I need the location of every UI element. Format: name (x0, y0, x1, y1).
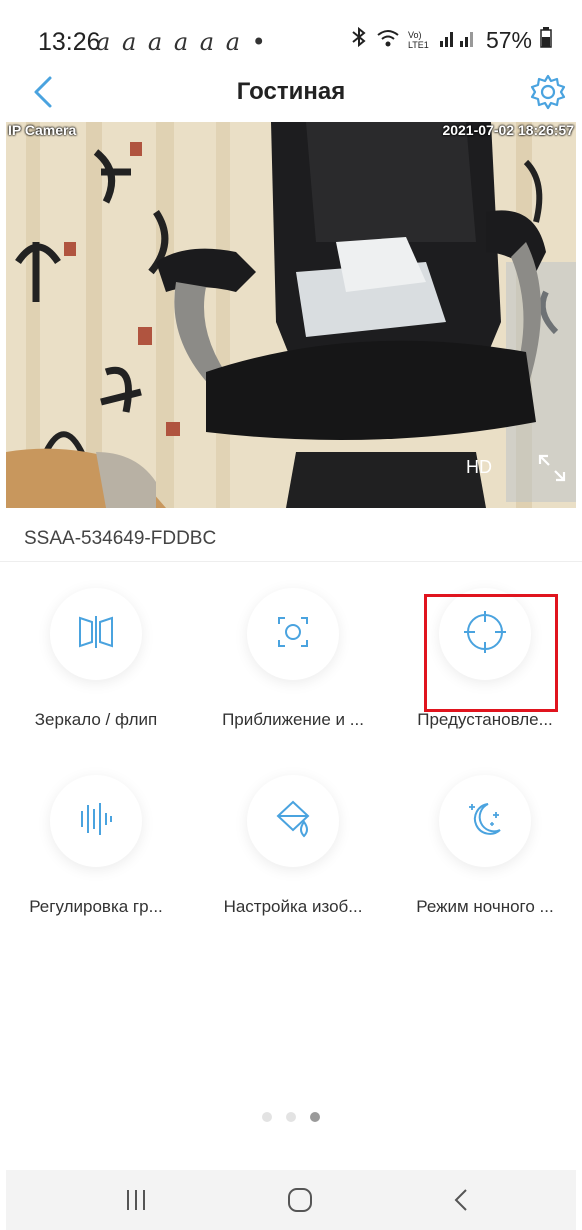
feature-label: Настройка изоб... (223, 897, 363, 916)
page-dot-active[interactable] (310, 1112, 320, 1122)
volume-button[interactable] (50, 775, 142, 867)
page-dot[interactable] (262, 1112, 272, 1122)
page-indicator (0, 1112, 582, 1122)
feature-label: Предустановле... (417, 710, 553, 729)
device-id: SSAA-534649-FDDBC (24, 528, 217, 549)
night-mode-icon (464, 798, 506, 845)
feature-label: Регулировка гр... (29, 897, 163, 916)
bluetooth-icon (350, 26, 368, 54)
status-time: 13:26 (38, 28, 101, 56)
feature-label: Режим ночного ... (416, 897, 554, 916)
image-settings-icon (272, 798, 314, 845)
feature-label: Зеркало / флип (34, 710, 158, 729)
home-icon[interactable] (280, 1184, 320, 1216)
gear-icon[interactable] (528, 72, 568, 112)
signal-icon (438, 27, 478, 54)
image-settings-button[interactable] (247, 775, 339, 867)
system-nav-bar (6, 1170, 576, 1230)
video-timestamp: 2021-07-02 18:26:57 (442, 122, 574, 138)
divider (0, 561, 582, 562)
expand-icon[interactable] (536, 452, 568, 484)
notification-icons: a a a a a a • (96, 28, 268, 56)
hd-quality-button[interactable]: HD (466, 457, 492, 478)
feature-mirror-flip[interactable]: Зеркало / флип (0, 588, 192, 730)
feature-zoom-focus[interactable]: Приближение и ... (197, 588, 389, 730)
video-frame-image (6, 122, 576, 508)
feature-image-settings[interactable]: Настройка изоб... (197, 775, 389, 917)
zoom-focus-icon (273, 612, 313, 657)
status-icons: Vo) LTE1 57% (350, 26, 552, 54)
highlight-box (424, 594, 558, 712)
battery-percent: 57% (485, 26, 532, 53)
volume-waveform-icon (76, 799, 116, 844)
page-dot[interactable] (286, 1112, 296, 1122)
zoom-focus-button[interactable] (247, 588, 339, 680)
feature-label: Приближение и ... (222, 710, 364, 729)
battery-icon (540, 26, 552, 54)
wifi-icon (376, 27, 400, 54)
recent-apps-icon[interactable] (116, 1184, 156, 1216)
page-title: Гостиная (236, 78, 346, 105)
mirror-flip-button[interactable] (50, 588, 142, 680)
video-overlay-label: IP Camera (8, 122, 77, 138)
night-mode-button[interactable] (439, 775, 531, 867)
network-label: Vo) LTE1 (407, 30, 429, 50)
camera-video-feed[interactable]: IP Camera 2021-07-02 18:26:57 HD (6, 122, 576, 508)
feature-night-mode[interactable]: Режим ночного ... (389, 775, 581, 917)
feature-volume[interactable]: Регулировка гр... (0, 775, 192, 917)
status-bar: 13:26 a a a a a a • Vo) LTE1 57% (0, 0, 582, 62)
header: Гостиная (0, 62, 582, 122)
nav-back-icon[interactable] (442, 1184, 482, 1216)
mirror-flip-icon (76, 612, 116, 657)
